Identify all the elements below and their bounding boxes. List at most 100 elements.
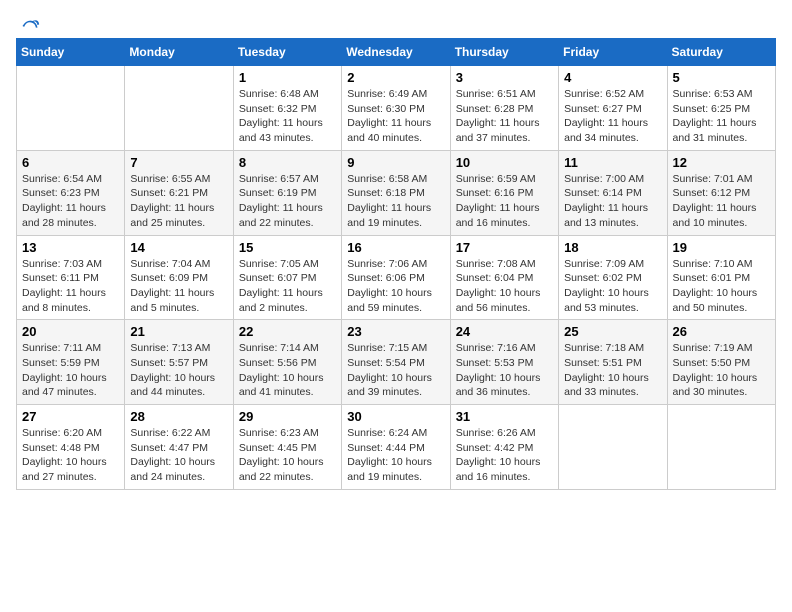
calendar-cell: 9 Sunrise: 6:58 AM Sunset: 6:18 PM Daylig…	[342, 150, 450, 235]
calendar-cell: 22 Sunrise: 7:14 AM Sunset: 5:56 PM Dayli…	[233, 320, 341, 405]
day-info: Sunrise: 6:20 AM Sunset: 4:48 PM Dayligh…	[22, 426, 119, 485]
calendar-table: SundayMondayTuesdayWednesdayThursdayFrid…	[16, 38, 776, 490]
day-info: Sunrise: 6:52 AM Sunset: 6:27 PM Dayligh…	[564, 87, 661, 146]
day-number: 17	[456, 240, 553, 255]
day-number: 18	[564, 240, 661, 255]
day-info: Sunrise: 7:01 AM Sunset: 6:12 PM Dayligh…	[673, 172, 770, 231]
calendar-cell: 27 Sunrise: 6:20 AM Sunset: 4:48 PM Dayli…	[17, 405, 125, 490]
day-info: Sunrise: 6:53 AM Sunset: 6:25 PM Dayligh…	[673, 87, 770, 146]
day-info: Sunrise: 6:23 AM Sunset: 4:45 PM Dayligh…	[239, 426, 336, 485]
day-info: Sunrise: 6:22 AM Sunset: 4:47 PM Dayligh…	[130, 426, 227, 485]
day-info: Sunrise: 6:49 AM Sunset: 6:30 PM Dayligh…	[347, 87, 444, 146]
calendar-cell: 24 Sunrise: 7:16 AM Sunset: 5:53 PM Dayli…	[450, 320, 558, 405]
calendar-cell: 3 Sunrise: 6:51 AM Sunset: 6:28 PM Daylig…	[450, 66, 558, 151]
day-info: Sunrise: 7:09 AM Sunset: 6:02 PM Dayligh…	[564, 257, 661, 316]
day-info: Sunrise: 7:11 AM Sunset: 5:59 PM Dayligh…	[22, 341, 119, 400]
calendar-cell: 28 Sunrise: 6:22 AM Sunset: 4:47 PM Dayli…	[125, 405, 233, 490]
day-number: 5	[673, 70, 770, 85]
calendar-cell: 6Sunrise: 6:54 AM Sunset: 6:23 PM Daylig…	[17, 150, 125, 235]
day-number: 13	[22, 240, 119, 255]
calendar-cell: 18 Sunrise: 7:09 AM Sunset: 6:02 PM Dayli…	[559, 235, 667, 320]
day-info: Sunrise: 7:04 AM Sunset: 6:09 PM Dayligh…	[130, 257, 227, 316]
day-of-week-header: Tuesday	[233, 39, 341, 66]
day-info: Sunrise: 7:06 AM Sunset: 6:06 PM Dayligh…	[347, 257, 444, 316]
day-number: 31	[456, 409, 553, 424]
day-number: 26	[673, 324, 770, 339]
day-info: Sunrise: 7:03 AM Sunset: 6:11 PM Dayligh…	[22, 257, 119, 316]
day-info: Sunrise: 7:00 AM Sunset: 6:14 PM Dayligh…	[564, 172, 661, 231]
day-number: 23	[347, 324, 444, 339]
day-info: Sunrise: 6:59 AM Sunset: 6:16 PM Dayligh…	[456, 172, 553, 231]
day-number: 8	[239, 155, 336, 170]
logo-icon	[20, 16, 40, 36]
day-info: Sunrise: 7:14 AM Sunset: 5:56 PM Dayligh…	[239, 341, 336, 400]
calendar-cell: 20 Sunrise: 7:11 AM Sunset: 5:59 PM Dayli…	[17, 320, 125, 405]
day-info: Sunrise: 7:10 AM Sunset: 6:01 PM Dayligh…	[673, 257, 770, 316]
day-number: 24	[456, 324, 553, 339]
day-info: Sunrise: 7:15 AM Sunset: 5:54 PM Dayligh…	[347, 341, 444, 400]
calendar-week-row: 27 Sunrise: 6:20 AM Sunset: 4:48 PM Dayli…	[17, 405, 776, 490]
calendar-cell: 10Sunrise: 6:59 AM Sunset: 6:16 PM Dayli…	[450, 150, 558, 235]
day-info: Sunrise: 7:18 AM Sunset: 5:51 PM Dayligh…	[564, 341, 661, 400]
calendar-cell: 31 Sunrise: 6:26 AM Sunset: 4:42 PM Dayli…	[450, 405, 558, 490]
day-of-week-header: Thursday	[450, 39, 558, 66]
day-number: 9	[347, 155, 444, 170]
calendar-cell: 7Sunrise: 6:55 AM Sunset: 6:21 PM Daylig…	[125, 150, 233, 235]
day-of-week-header: Saturday	[667, 39, 775, 66]
day-number: 12	[673, 155, 770, 170]
day-info: Sunrise: 7:16 AM Sunset: 5:53 PM Dayligh…	[456, 341, 553, 400]
calendar-cell: 23 Sunrise: 7:15 AM Sunset: 5:54 PM Dayli…	[342, 320, 450, 405]
calendar-cell: 26Sunrise: 7:19 AM Sunset: 5:50 PM Dayli…	[667, 320, 775, 405]
calendar-cell: 21 Sunrise: 7:13 AM Sunset: 5:57 PM Dayli…	[125, 320, 233, 405]
day-number: 20	[22, 324, 119, 339]
calendar-week-row: 6Sunrise: 6:54 AM Sunset: 6:23 PM Daylig…	[17, 150, 776, 235]
day-number: 15	[239, 240, 336, 255]
calendar-cell: 5 Sunrise: 6:53 AM Sunset: 6:25 PM Daylig…	[667, 66, 775, 151]
page-header	[16, 16, 776, 30]
day-number: 28	[130, 409, 227, 424]
calendar-cell	[125, 66, 233, 151]
day-info: Sunrise: 7:08 AM Sunset: 6:04 PM Dayligh…	[456, 257, 553, 316]
calendar-cell: 17 Sunrise: 7:08 AM Sunset: 6:04 PM Dayli…	[450, 235, 558, 320]
day-number: 16	[347, 240, 444, 255]
day-number: 11	[564, 155, 661, 170]
calendar-cell: 8 Sunrise: 6:57 AM Sunset: 6:19 PM Daylig…	[233, 150, 341, 235]
calendar-cell: 11 Sunrise: 7:00 AM Sunset: 6:14 PM Dayli…	[559, 150, 667, 235]
calendar-cell	[667, 405, 775, 490]
day-info: Sunrise: 6:48 AM Sunset: 6:32 PM Dayligh…	[239, 87, 336, 146]
day-info: Sunrise: 6:26 AM Sunset: 4:42 PM Dayligh…	[456, 426, 553, 485]
calendar-cell: 2 Sunrise: 6:49 AM Sunset: 6:30 PM Daylig…	[342, 66, 450, 151]
day-number: 21	[130, 324, 227, 339]
day-info: Sunrise: 7:13 AM Sunset: 5:57 PM Dayligh…	[130, 341, 227, 400]
logo	[16, 16, 40, 30]
day-number: 27	[22, 409, 119, 424]
day-of-week-header: Friday	[559, 39, 667, 66]
day-of-week-header: Wednesday	[342, 39, 450, 66]
calendar-cell: 30Sunrise: 6:24 AM Sunset: 4:44 PM Dayli…	[342, 405, 450, 490]
day-of-week-header: Monday	[125, 39, 233, 66]
calendar-week-row: 20 Sunrise: 7:11 AM Sunset: 5:59 PM Dayli…	[17, 320, 776, 405]
day-number: 7	[130, 155, 227, 170]
calendar-cell	[559, 405, 667, 490]
day-info: Sunrise: 6:58 AM Sunset: 6:18 PM Dayligh…	[347, 172, 444, 231]
day-number: 14	[130, 240, 227, 255]
calendar-cell: 19Sunrise: 7:10 AM Sunset: 6:01 PM Dayli…	[667, 235, 775, 320]
day-number: 22	[239, 324, 336, 339]
calendar-cell: 16 Sunrise: 7:06 AM Sunset: 6:06 PM Dayli…	[342, 235, 450, 320]
day-of-week-header: Sunday	[17, 39, 125, 66]
calendar-week-row: 13 Sunrise: 7:03 AM Sunset: 6:11 PM Dayli…	[17, 235, 776, 320]
day-info: Sunrise: 6:57 AM Sunset: 6:19 PM Dayligh…	[239, 172, 336, 231]
calendar-cell: 12 Sunrise: 7:01 AM Sunset: 6:12 PM Dayli…	[667, 150, 775, 235]
day-info: Sunrise: 6:51 AM Sunset: 6:28 PM Dayligh…	[456, 87, 553, 146]
calendar-cell: 14 Sunrise: 7:04 AM Sunset: 6:09 PM Dayli…	[125, 235, 233, 320]
calendar-header: SundayMondayTuesdayWednesdayThursdayFrid…	[17, 39, 776, 66]
day-number: 3	[456, 70, 553, 85]
calendar-cell: 25Sunrise: 7:18 AM Sunset: 5:51 PM Dayli…	[559, 320, 667, 405]
day-number: 2	[347, 70, 444, 85]
calendar-cell: 1Sunrise: 6:48 AM Sunset: 6:32 PM Daylig…	[233, 66, 341, 151]
day-number: 29	[239, 409, 336, 424]
calendar-cell: 15Sunrise: 7:05 AM Sunset: 6:07 PM Dayli…	[233, 235, 341, 320]
day-info: Sunrise: 6:54 AM Sunset: 6:23 PM Dayligh…	[22, 172, 119, 231]
calendar-cell	[17, 66, 125, 151]
calendar-week-row: 1Sunrise: 6:48 AM Sunset: 6:32 PM Daylig…	[17, 66, 776, 151]
